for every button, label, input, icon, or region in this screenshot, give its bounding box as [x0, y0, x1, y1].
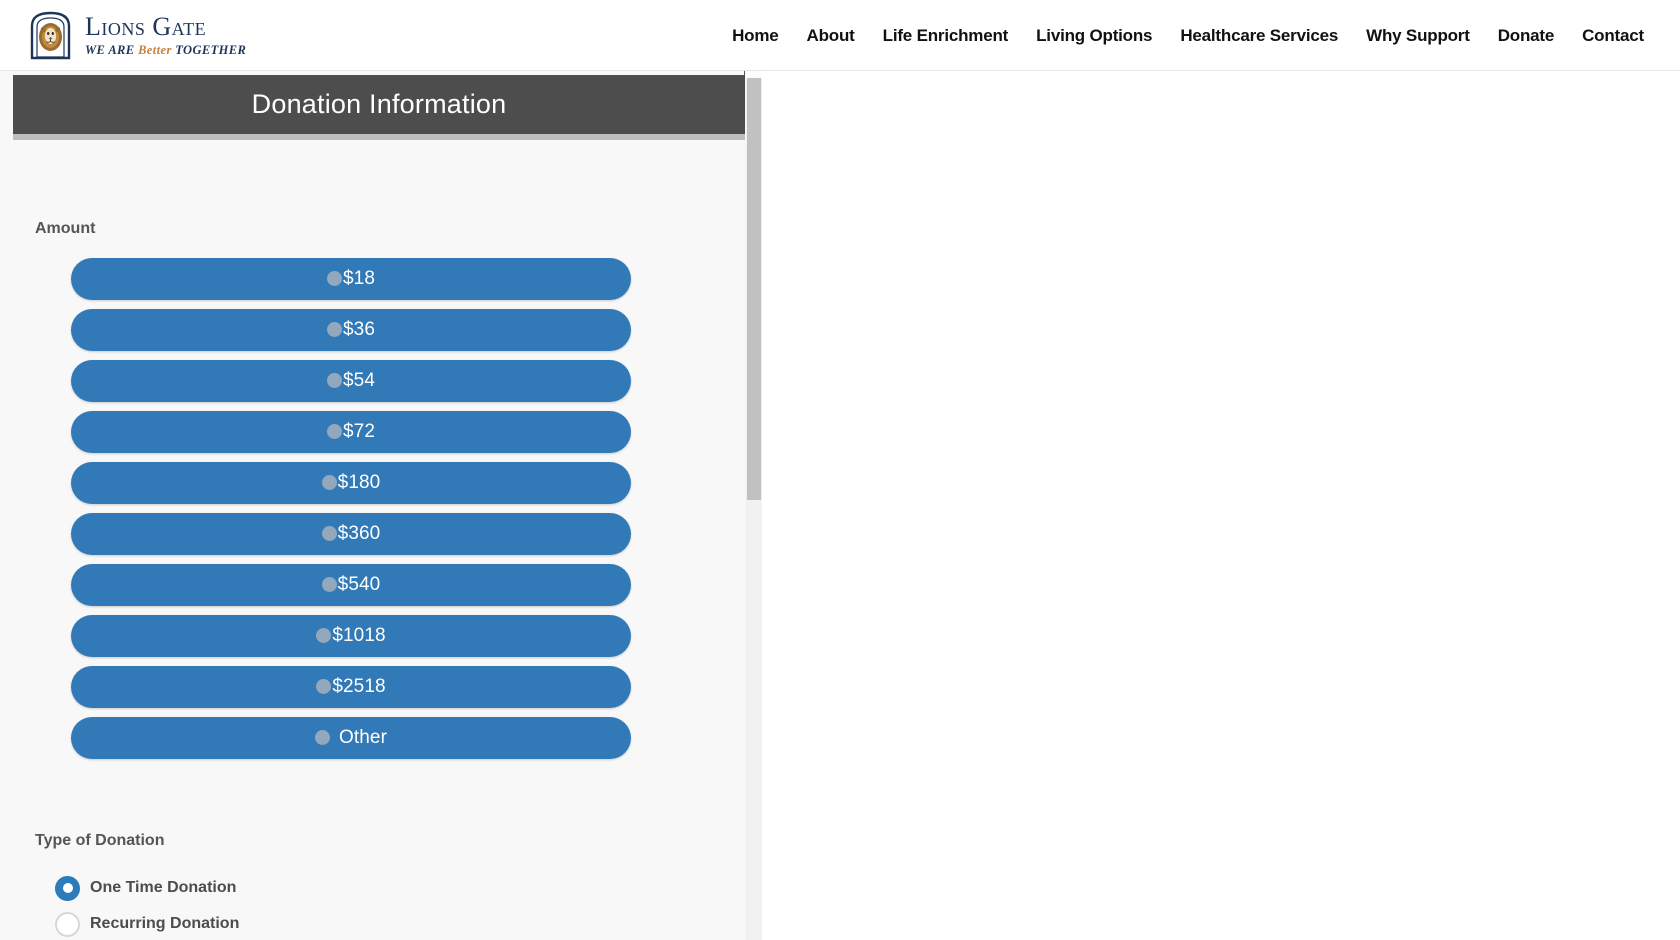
- donation-type-options: One Time Donation Recurring Donation: [55, 870, 239, 940]
- amount-option-180[interactable]: $180: [71, 462, 631, 504]
- nav-item-life-enrichment[interactable]: Life Enrichment: [869, 26, 1022, 46]
- page-content-area: [762, 71, 1680, 940]
- scrollbar-thumb[interactable]: [747, 78, 761, 500]
- amount-option-label: Other: [338, 727, 388, 748]
- amount-option-label: $2518: [332, 676, 386, 697]
- radio-button-icon[interactable]: [55, 911, 80, 937]
- nav-item-donate[interactable]: Donate: [1484, 26, 1568, 46]
- amount-option-360[interactable]: $360: [71, 513, 631, 555]
- brand-text: Lions Gate WE ARE Better TOGETHER: [85, 11, 246, 57]
- lion-head-icon: [28, 10, 73, 60]
- brand-tagline-accent: Better: [138, 42, 176, 57]
- radio-circle-icon: [326, 322, 342, 337]
- donation-panel-header: Donation Information: [13, 75, 745, 134]
- nav-item-about[interactable]: About: [793, 26, 869, 46]
- nav-item-contact[interactable]: Contact: [1568, 26, 1658, 46]
- amount-option-label: $540: [337, 574, 381, 595]
- amount-option-label: $360: [337, 523, 381, 544]
- amount-option-label: $54: [342, 370, 375, 391]
- main-navigation: Home About Life Enrichment Living Option…: [718, 0, 1658, 71]
- brand-tagline-post: TOGETHER: [175, 42, 247, 57]
- radio-circle-icon: [326, 271, 342, 286]
- donation-panel-inner: Donation Information Amount $18 $36 $54: [0, 71, 745, 940]
- nav-item-healthcare-services[interactable]: Healthcare Services: [1166, 26, 1352, 46]
- radio-circle-icon: [314, 730, 330, 745]
- amount-section-label: Amount: [35, 220, 96, 237]
- donation-panel-scrollbar[interactable]: [746, 71, 762, 940]
- amount-option-2518[interactable]: $2518: [71, 666, 631, 708]
- amount-option-36[interactable]: $36: [71, 309, 631, 351]
- amount-option-72[interactable]: $72: [71, 411, 631, 453]
- brand-name: Lions Gate: [85, 11, 207, 41]
- amount-option-label: $180: [337, 472, 381, 493]
- radio-circle-icon: [316, 628, 332, 643]
- page-title: Donation Information: [251, 89, 507, 119]
- brand-tagline-pre: WE ARE: [85, 42, 139, 57]
- amount-option-1018[interactable]: $1018: [71, 615, 631, 657]
- donation-type-label: Recurring Donation: [90, 915, 240, 932]
- page-root: Lions Gate WE ARE Better TOGETHER Home A…: [0, 0, 1680, 940]
- radio-circle-icon: [316, 679, 332, 694]
- radio-circle-icon: [326, 373, 342, 388]
- amount-option-label: $18: [342, 268, 375, 289]
- radio-button-icon[interactable]: [55, 875, 80, 901]
- amount-option-54[interactable]: $54: [71, 360, 631, 402]
- donation-type-section-label: Type of Donation: [35, 832, 165, 849]
- radio-circle-icon: [321, 526, 337, 541]
- site-header: Lions Gate WE ARE Better TOGETHER Home A…: [0, 0, 1680, 71]
- brand-logo[interactable]: Lions Gate WE ARE Better TOGETHER: [28, 10, 246, 60]
- amount-option-18[interactable]: $18: [71, 258, 631, 300]
- amount-option-label: $1018: [332, 625, 386, 646]
- nav-item-living-options[interactable]: Living Options: [1022, 26, 1166, 46]
- amount-option-other[interactable]: Other: [71, 717, 631, 759]
- amount-option-label: $72: [342, 421, 375, 442]
- amount-option-label: $36: [342, 319, 375, 340]
- donation-information-panel: Donation Information Amount $18 $36 $54: [0, 71, 762, 940]
- radio-circle-icon: [321, 475, 337, 490]
- radio-circle-icon: [321, 577, 337, 592]
- donation-panel-body: Amount $18 $36 $54 $72 $180 $360 $540 $1…: [13, 140, 745, 940]
- amount-options-list: $18 $36 $54 $72 $180 $360 $540 $1018 $25…: [71, 258, 631, 768]
- amount-option-540[interactable]: $540: [71, 564, 631, 606]
- donation-type-one-time[interactable]: One Time Donation: [55, 870, 239, 906]
- radio-circle-icon: [326, 424, 342, 439]
- brand-tagline: WE ARE Better TOGETHER: [85, 44, 246, 57]
- nav-item-home[interactable]: Home: [718, 26, 792, 46]
- nav-item-why-support[interactable]: Why Support: [1352, 26, 1484, 46]
- donation-type-recurring[interactable]: Recurring Donation: [55, 906, 239, 940]
- donation-type-label: One Time Donation: [90, 879, 237, 896]
- scrollbar-track[interactable]: [746, 71, 762, 78]
